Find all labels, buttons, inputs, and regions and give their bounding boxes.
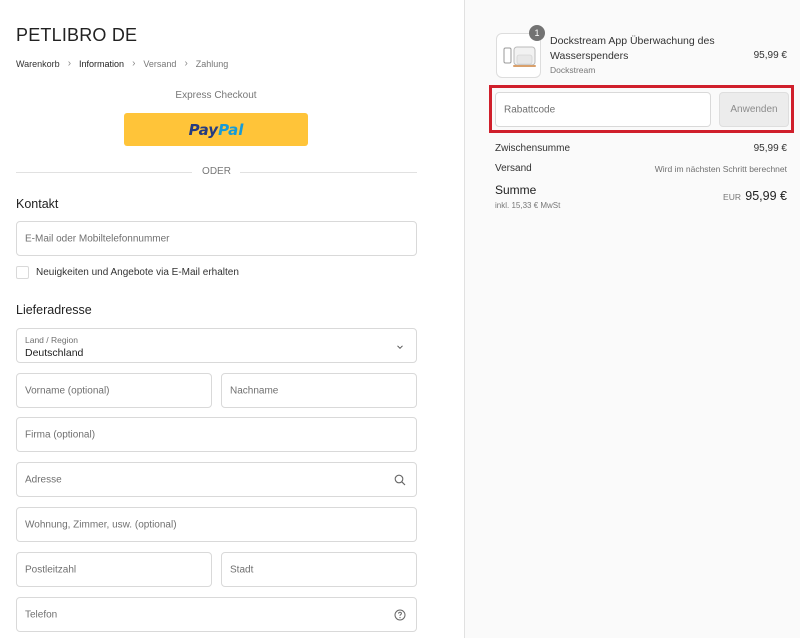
express-checkout-label: Express Checkout [175,90,257,101]
breadcrumb: Warenkorb › Information › Versand › Zahl… [16,58,228,69]
subtotal-row: Zwischensumme 95,99 € [495,143,787,154]
total-label: Summe [495,183,537,197]
subtotal-label: Zwischensumme [495,143,571,154]
breadcrumb-shipping: Versand [143,58,177,69]
paypal-logo-part1: Pay [188,120,219,139]
product-name: Dockstream App Überwachung des Wasserspe… [550,35,715,62]
discount-code-input[interactable]: Rabattcode [495,92,711,127]
paypal-button[interactable]: Pay Pal [124,113,308,146]
city-placeholder: Stadt [230,564,254,575]
apply-discount-button[interactable]: Anwenden [719,92,789,127]
address-field[interactable]: Adresse [16,462,417,497]
country-label: Land / Region [25,335,78,345]
email-field[interactable]: E-Mail oder Mobiltelefonnummer [16,221,417,256]
country-value: Deutschland [25,347,84,359]
discount-code-placeholder: Rabattcode [504,104,556,115]
subtotal-value: 95,99 € [753,143,787,154]
company-placeholder: Firma (optional) [25,429,96,440]
first-name-placeholder: Vorname (optional) [25,385,110,396]
total-value: 95,99 € [745,189,787,203]
company-field[interactable]: Firma (optional) [16,417,417,452]
newsletter-checkbox[interactable] [16,266,29,279]
or-label: ODER [202,166,231,177]
apartment-placeholder: Wohnung, Zimmer, usw. (optional) [25,519,177,530]
shipping-label: Versand [495,163,532,174]
search-icon [394,474,406,485]
phone-placeholder: Telefon [25,609,58,620]
shipping-value: Wird im nächsten Schritt berechnet [654,163,787,174]
order-summary-panel: 1 Dockstream App Überwachung des Wassers… [464,0,800,638]
postal-code-placeholder: Postleitzahl [25,564,77,575]
breadcrumb-information: Information [79,58,125,69]
product-price: 95,99 € [753,50,787,61]
phone-field[interactable]: Telefon [16,597,417,632]
paypal-logo-part2: Pal [218,120,244,139]
chevron-right-icon: › [67,58,72,69]
checkout-form-panel: PETLIBRO DE Warenkorb › Information › Ve… [0,0,464,638]
chevron-right-icon: › [184,58,188,69]
apartment-field[interactable]: Wohnung, Zimmer, usw. (optional) [16,507,417,542]
breadcrumb-cart[interactable]: Warenkorb [16,59,60,69]
or-divider: ODER [16,166,417,178]
first-name-field[interactable]: Vorname (optional) [16,373,212,408]
help-icon[interactable] [394,609,406,621]
email-placeholder: E-Mail oder Mobiltelefonnummer [25,233,170,244]
shipping-row: Versand Wird im nächsten Schritt berechn… [495,163,787,174]
product-variant: Dockstream [550,65,596,75]
last-name-field[interactable]: Nachname [221,373,417,408]
postal-code-field[interactable]: Postleitzahl [16,552,212,587]
newsletter-label[interactable]: Neuigkeiten und Angebote via E-Mail erha… [36,267,239,278]
address-placeholder: Adresse [25,474,62,485]
chevron-right-icon: › [132,58,136,69]
quantity-badge: 1 [529,25,545,41]
store-title[interactable]: PETLIBRO DE [16,25,137,46]
tax-note: inkl. 15,33 € MwSt [495,201,561,210]
last-name-placeholder: Nachname [230,385,279,396]
city-field[interactable]: Stadt [221,552,417,587]
country-select[interactable]: Land / Region Deutschland [16,328,417,363]
breadcrumb-payment: Zahlung [195,58,229,69]
shipping-address-title: Lieferadresse [16,303,92,317]
newsletter-row[interactable]: Neuigkeiten und Angebote via E-Mail erha… [16,266,239,279]
chevron-down-icon [397,345,403,350]
contact-title: Kontakt [16,197,59,211]
currency-code: EUR [723,192,741,202]
